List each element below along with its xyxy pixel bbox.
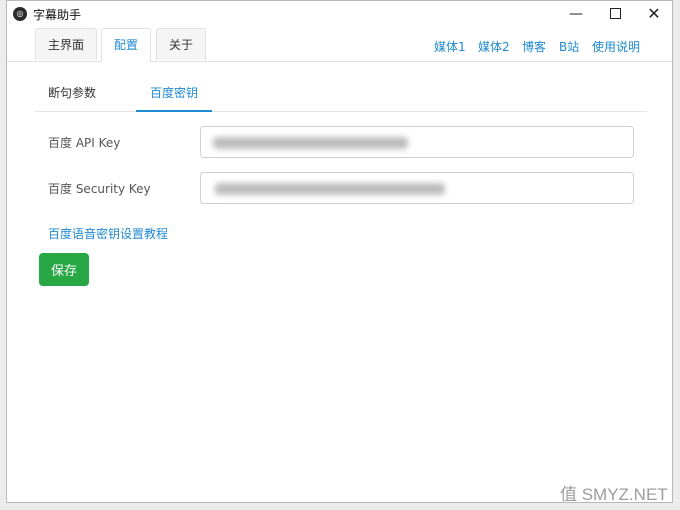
link-help[interactable]: 使用说明 <box>592 38 640 55</box>
api-key-input[interactable] <box>200 126 634 158</box>
redacted-value <box>215 183 445 195</box>
maximize-button[interactable] <box>597 1 633 27</box>
tab-about[interactable]: 关于 <box>156 28 207 60</box>
baidu-key-tutorial-link[interactable]: 百度语音密钥设置教程 <box>48 225 168 242</box>
link-bilibili[interactable]: B站 <box>559 38 579 55</box>
security-key-label: 百度 Security Key <box>48 182 151 196</box>
watermark: 值 SMYZ.NET <box>560 485 668 504</box>
main-tabs: 主界面 配置 关于 媒体1 媒体2 博客 B站 使用说明 <box>7 27 672 62</box>
link-media2[interactable]: 媒体2 <box>478 38 510 55</box>
save-button[interactable]: 保存 <box>39 253 89 286</box>
redacted-value <box>213 137 408 149</box>
api-key-label: 百度 API Key <box>48 136 121 150</box>
tab-config[interactable]: 配置 <box>101 28 152 62</box>
app-logo-icon: ◎ <box>13 7 27 21</box>
title-bar[interactable]: ◎ 字幕助手 — ✕ <box>7 1 672 27</box>
subtab-baidu-keys[interactable]: 百度密钥 <box>136 77 213 112</box>
minimize-button[interactable]: — <box>558 1 594 27</box>
tab-main[interactable]: 主界面 <box>35 28 98 60</box>
window-title: 字幕助手 <box>33 8 82 22</box>
sub-tabs: 断句参数 百度密钥 <box>35 77 647 112</box>
close-button[interactable]: ✕ <box>636 1 672 27</box>
link-media1[interactable]: 媒体1 <box>434 38 466 55</box>
link-blog[interactable]: 博客 <box>522 38 546 55</box>
security-key-input[interactable] <box>200 172 634 204</box>
subtab-sentence-params[interactable]: 断句参数 <box>48 77 96 110</box>
app-window: ◎ 字幕助手 — ✕ 主界面 配置 关于 媒体1 媒体2 博客 B站 使用说明 … <box>6 0 673 503</box>
maximize-icon <box>609 8 621 19</box>
